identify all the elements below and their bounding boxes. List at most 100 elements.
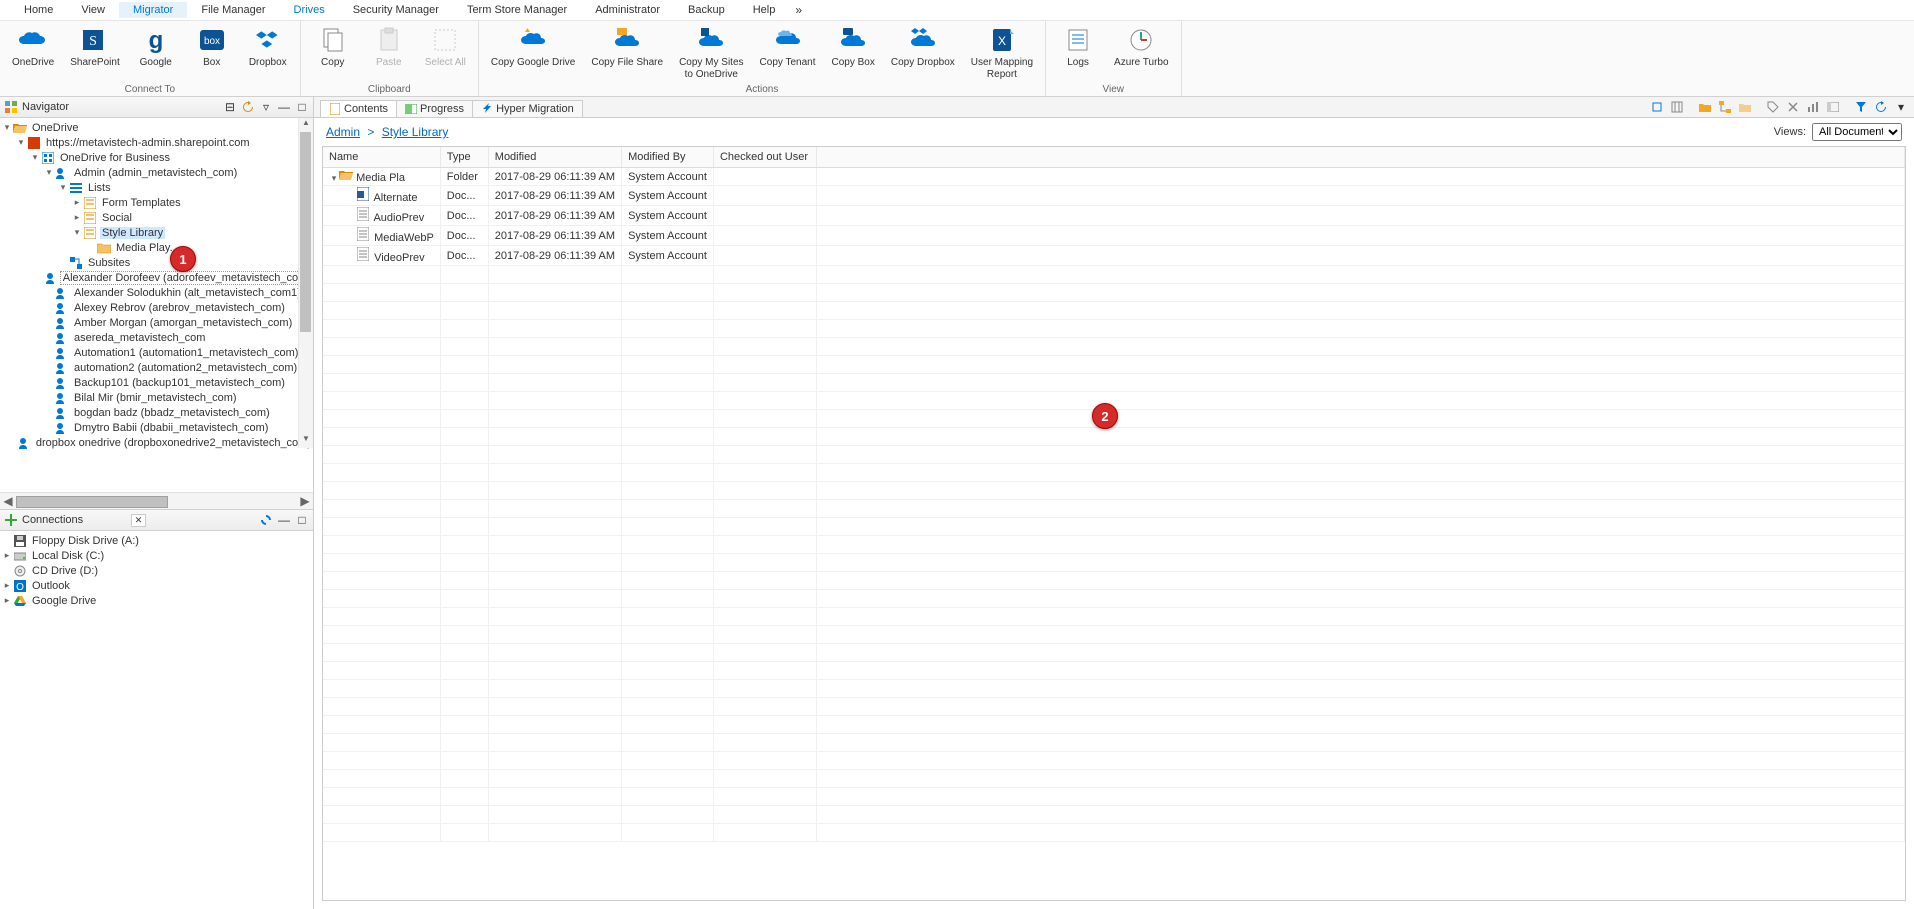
tool-1-icon[interactable]: [1648, 98, 1666, 116]
paste-button[interactable]: Paste: [361, 21, 417, 84]
expand-icon[interactable]: ▾: [58, 182, 68, 193]
dropbox-button[interactable]: Dropbox: [240, 21, 296, 84]
expand-icon[interactable]: ▸: [72, 197, 82, 208]
azure-turbo-button[interactable]: Azure Turbo: [1106, 21, 1176, 84]
copy-google-drive-button[interactable]: Copy Google Drive: [483, 21, 583, 84]
filter-icon[interactable]: [1852, 98, 1870, 116]
expand-icon[interactable]: ▾: [16, 137, 26, 148]
tag-icon[interactable]: [1764, 98, 1782, 116]
folder-up-icon[interactable]: [1736, 98, 1754, 116]
copy-file-share-button[interactable]: Copy File Share: [583, 21, 671, 84]
vertical-scrollbar[interactable]: ▲▼: [298, 118, 313, 448]
tree-row[interactable]: ▾OneDrive for Business: [2, 150, 313, 165]
copy-dropbox-button[interactable]: Copy Dropbox: [883, 21, 963, 84]
tree-row[interactable]: asereda_metavistech_com: [2, 330, 313, 345]
tree-row[interactable]: ▾Style Library: [2, 225, 313, 240]
tree-row[interactable]: Ivan Yuriev (akokhan_metavistech_com): [2, 450, 313, 452]
maximize-icon[interactable]: □: [295, 513, 309, 527]
expand-icon[interactable]: ▾: [44, 167, 54, 178]
views-dropdown[interactable]: All Documents: [1812, 123, 1902, 141]
tree-row[interactable]: Dmytro Babii (dbabii_metavistech_com): [2, 420, 313, 435]
tree-row[interactable]: Bilal Mir (bmir_metavistech_com): [2, 390, 313, 405]
menu-overflow-icon[interactable]: »: [789, 3, 808, 17]
tree-row[interactable]: ▸Social: [2, 210, 313, 225]
table-row[interactable]: AlternateDoc...2017-08-29 06:11:39 AMSys…: [323, 186, 1905, 206]
tree-row[interactable]: ▸Form Templates: [2, 195, 313, 210]
tree-row[interactable]: Backup101 (backup101_metavistech_com): [2, 375, 313, 390]
tree-row[interactable]: ▾OneDrive: [2, 120, 313, 135]
select-all-button[interactable]: Select All: [417, 21, 474, 84]
connection-row[interactable]: ▸Google Drive: [2, 593, 311, 608]
tree-row[interactable]: Alexey Rebrov (arebrov_metavistech_com): [2, 300, 313, 315]
tree-row[interactable]: Subsites: [2, 255, 313, 270]
menu-administrator[interactable]: Administrator: [581, 2, 674, 18]
add-icon[interactable]: [4, 513, 18, 527]
expand-icon[interactable]: ▸: [2, 550, 12, 561]
google-button[interactable]: gGoogle: [128, 21, 184, 84]
tab-hyper-migration[interactable]: Hyper Migration: [472, 100, 583, 117]
sync-icon[interactable]: [259, 513, 273, 527]
tree-row[interactable]: ▾Admin (admin_metavistech_com): [2, 165, 313, 180]
menu-help[interactable]: Help: [739, 2, 790, 18]
menu-drives[interactable]: Drives: [280, 2, 339, 18]
minimize-icon[interactable]: —: [277, 513, 291, 527]
breadcrumb-admin[interactable]: Admin: [326, 125, 360, 139]
tree-row[interactable]: bogdan badz (bbadz_metavistech_com): [2, 405, 313, 420]
menu-file-manager[interactable]: File Manager: [187, 2, 279, 18]
connections-close-icon[interactable]: ✕: [131, 514, 147, 527]
minimize-icon[interactable]: —: [277, 100, 291, 114]
expand-icon[interactable]: ▾: [30, 152, 40, 163]
copy-tenant-button[interactable]: Copy Tenant: [752, 21, 824, 84]
connection-row[interactable]: Floppy Disk Drive (A:): [2, 533, 311, 548]
tree-row[interactable]: Alexander Solodukhin (alt_metavistech_co…: [2, 285, 313, 300]
breadcrumb-style-library[interactable]: Style Library: [382, 125, 449, 139]
tree-row[interactable]: Amber Morgan (amorgan_metavistech_com): [2, 315, 313, 330]
expand-icon[interactable]: ▸: [2, 580, 12, 591]
tree-row[interactable]: Alexander Dorofeev (adorofeev_metavistec…: [2, 270, 313, 285]
horizontal-scrollbar[interactable]: ◀▶: [0, 492, 313, 509]
menu-icon[interactable]: ▾: [1892, 98, 1910, 116]
col-type[interactable]: Type: [440, 147, 488, 168]
tree-row[interactable]: Media Play...: [2, 240, 313, 255]
collapse-icon[interactable]: ⊟: [223, 100, 237, 114]
onedrive-button[interactable]: OneDrive: [4, 21, 62, 84]
col-modified-by[interactable]: Modified By: [622, 147, 714, 168]
tab-progress[interactable]: Progress: [396, 100, 473, 117]
logs-button[interactable]: Logs: [1050, 21, 1106, 84]
col-modified[interactable]: Modified: [488, 147, 621, 168]
refresh-icon[interactable]: [241, 100, 255, 114]
view-menu-icon[interactable]: ▿: [259, 100, 273, 114]
chart-icon[interactable]: [1804, 98, 1822, 116]
table-row[interactable]: AudioPrevDoc...2017-08-29 06:11:39 AMSys…: [323, 206, 1905, 226]
expand-icon[interactable]: ▸: [2, 595, 12, 606]
user-mapping-report-button[interactable]: XUser Mapping Report: [963, 21, 1041, 84]
tab-contents[interactable]: Contents: [320, 100, 397, 117]
folder-tree-icon[interactable]: [1716, 98, 1734, 116]
box-button[interactable]: boxBox: [184, 21, 240, 84]
connection-row[interactable]: ▸OOutlook: [2, 578, 311, 593]
tool-2-icon[interactable]: [1668, 98, 1686, 116]
menu-home[interactable]: Home: [10, 2, 67, 18]
delete-icon[interactable]: [1784, 98, 1802, 116]
connection-row[interactable]: ▸Local Disk (C:): [2, 548, 311, 563]
expand-icon[interactable]: ▾: [2, 122, 12, 133]
table-row[interactable]: ▾ Media PlaFolder2017-08-29 06:11:39 AMS…: [323, 168, 1905, 186]
menu-backup[interactable]: Backup: [674, 2, 739, 18]
copy-my-sites-button[interactable]: Copy My Sites to OneDrive: [671, 21, 751, 84]
maximize-icon[interactable]: □: [295, 100, 309, 114]
sharepoint-button[interactable]: SSharePoint: [62, 21, 127, 84]
expand-icon[interactable]: ▸: [72, 212, 82, 223]
menu-term-store-manager[interactable]: Term Store Manager: [453, 2, 581, 18]
copy-button[interactable]: Copy: [305, 21, 361, 84]
tree-row[interactable]: Automation1 (automation1_metavistech_com…: [2, 345, 313, 360]
expand-icon[interactable]: ▾: [329, 173, 339, 184]
col-checked-out[interactable]: Checked out User: [713, 147, 816, 168]
refresh-icon[interactable]: [1872, 98, 1890, 116]
tree-row[interactable]: ▾Lists: [2, 180, 313, 195]
connection-row[interactable]: CD Drive (D:): [2, 563, 311, 578]
panel-icon[interactable]: [1824, 98, 1842, 116]
tree-row[interactable]: ▾https://metavistech-admin.sharepoint.co…: [2, 135, 313, 150]
table-row[interactable]: VideoPrevDoc...2017-08-29 06:11:39 AMSys…: [323, 246, 1905, 266]
menu-migrator[interactable]: Migrator: [119, 2, 187, 18]
col-name[interactable]: Name: [323, 147, 440, 168]
